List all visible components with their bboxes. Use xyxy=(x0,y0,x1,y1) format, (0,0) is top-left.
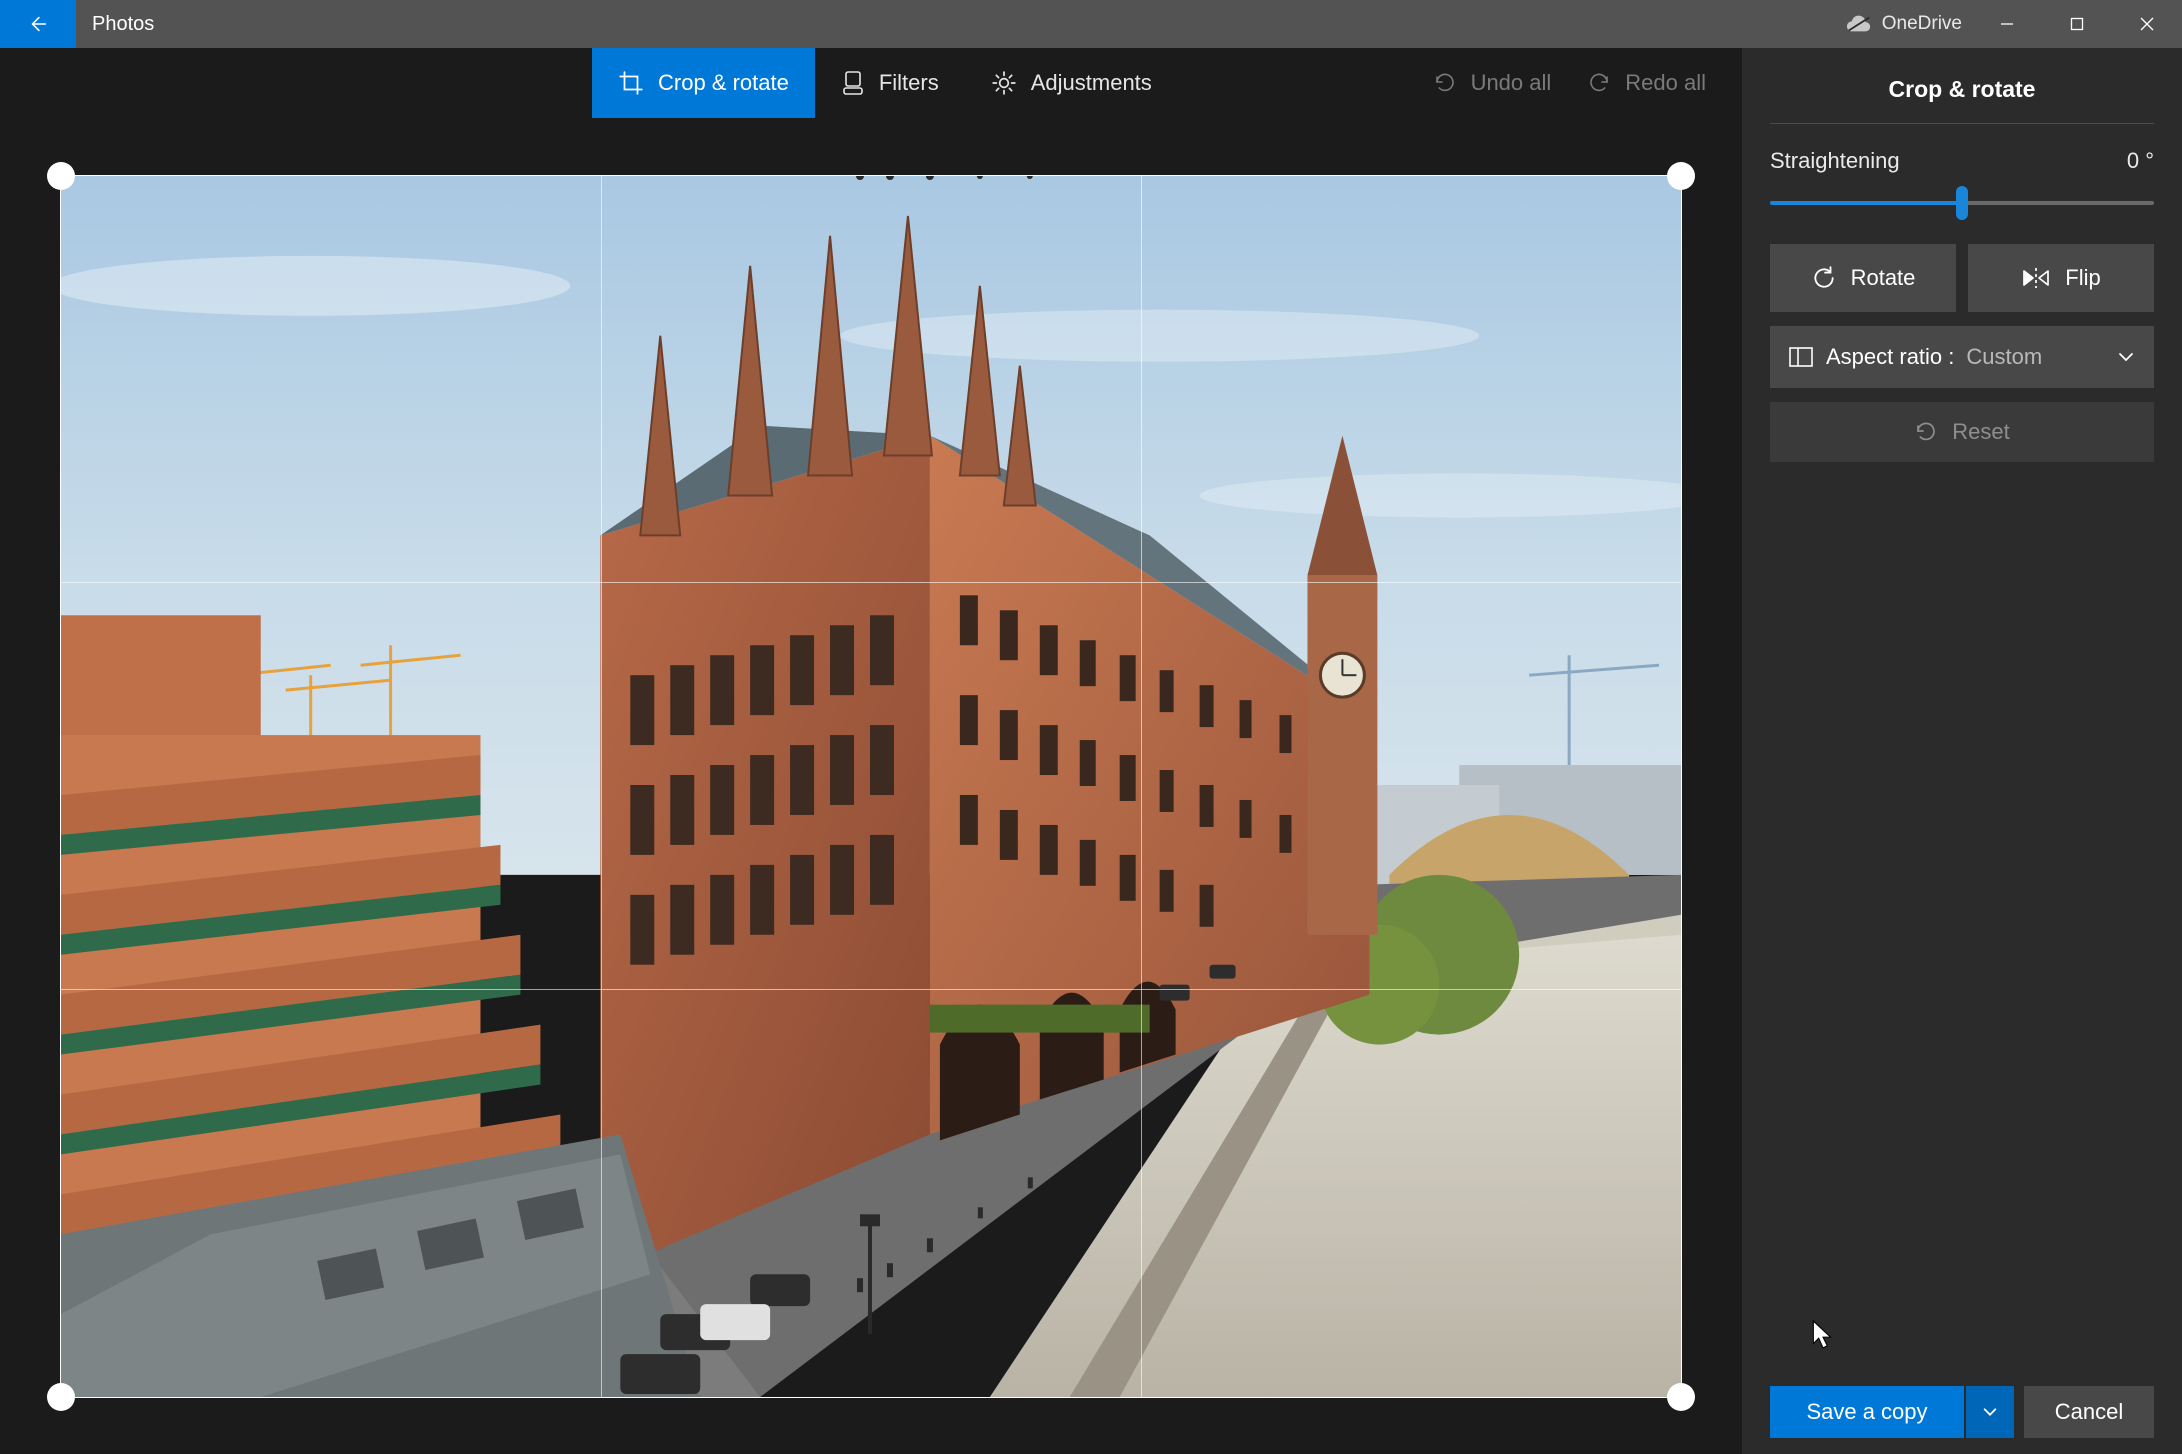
tab-crop-label: Crop & rotate xyxy=(658,70,789,96)
redo-all-button[interactable]: Redo all xyxy=(1587,70,1706,96)
straightening-label: Straightening xyxy=(1770,148,1900,174)
aspect-ratio-icon xyxy=(1788,346,1814,368)
grid-line xyxy=(61,582,1681,583)
aspect-ratio-label: Aspect ratio : xyxy=(1826,344,1954,370)
save-button-group: Save a copy xyxy=(1770,1386,2014,1438)
close-icon xyxy=(2139,16,2155,32)
maximize-icon xyxy=(2069,16,2085,32)
reset-button[interactable]: Reset xyxy=(1770,402,2154,462)
undo-icon xyxy=(1433,71,1457,95)
filters-icon xyxy=(841,70,865,96)
grid-line xyxy=(601,176,602,1397)
rotate-icon xyxy=(1811,265,1837,291)
save-label: Save a copy xyxy=(1806,1399,1927,1425)
slider-thumb[interactable] xyxy=(1956,186,1968,220)
maximize-button[interactable] xyxy=(2042,0,2112,48)
crop-box[interactable] xyxy=(60,175,1682,1398)
side-panel: Crop & rotate Straightening 0 ° Rotate xyxy=(1742,48,2182,1454)
crop-handle-bottom-right[interactable] xyxy=(1667,1383,1695,1411)
cancel-button[interactable]: Cancel xyxy=(2024,1386,2154,1438)
flip-button[interactable]: Flip xyxy=(1968,244,2154,312)
aspect-ratio-value: Custom xyxy=(1966,344,2042,370)
window-controls xyxy=(1972,0,2182,48)
tab-adjustments[interactable]: Adjustments xyxy=(965,48,1178,118)
close-button[interactable] xyxy=(2112,0,2182,48)
titlebar: Photos OneDrive xyxy=(0,0,2182,48)
reset-icon xyxy=(1914,420,1938,444)
cancel-label: Cancel xyxy=(2055,1399,2123,1425)
rotate-button[interactable]: Rotate xyxy=(1770,244,1956,312)
back-button[interactable] xyxy=(0,0,76,48)
app-title: Photos xyxy=(92,0,154,48)
undo-all-button[interactable]: Undo all xyxy=(1433,70,1552,96)
cloud-icon xyxy=(1846,14,1872,34)
crop-handle-top-left[interactable] xyxy=(47,162,75,190)
flip-label: Flip xyxy=(2065,265,2100,291)
toolbar: Crop & rotate Filters xyxy=(0,48,1742,118)
panel-title: Crop & rotate xyxy=(1770,48,2154,123)
undo-redo-group: Undo all Redo all xyxy=(1433,48,1742,118)
grid-line xyxy=(1141,176,1142,1397)
minimize-icon xyxy=(1999,16,2015,32)
straightening-row: Straightening 0 ° xyxy=(1770,124,2154,188)
reset-label: Reset xyxy=(1952,419,2009,445)
minimize-button[interactable] xyxy=(1972,0,2042,48)
adjustments-icon xyxy=(991,70,1017,96)
flip-icon xyxy=(2021,267,2051,289)
redo-icon xyxy=(1587,71,1611,95)
crop-handle-top-right[interactable] xyxy=(1667,162,1695,190)
chevron-down-icon xyxy=(1981,1403,1999,1421)
crop-handle-bottom-left[interactable] xyxy=(47,1383,75,1411)
chevron-down-icon xyxy=(2116,347,2136,367)
crop-icon xyxy=(618,70,644,96)
tab-filters-label: Filters xyxy=(879,70,939,96)
straightening-slider[interactable] xyxy=(1770,188,2154,218)
panel-footer: Save a copy Cancel xyxy=(1770,1370,2154,1454)
tab-filters[interactable]: Filters xyxy=(815,48,965,118)
rotate-label: Rotate xyxy=(1851,265,1916,291)
tab-adjustments-label: Adjustments xyxy=(1031,70,1152,96)
grid-line xyxy=(61,989,1681,990)
tab-crop-rotate[interactable]: Crop & rotate xyxy=(592,48,815,118)
aspect-ratio-button[interactable]: Aspect ratio : Custom xyxy=(1770,326,2154,388)
undo-label: Undo all xyxy=(1471,70,1552,96)
save-dropdown-button[interactable] xyxy=(1966,1386,2014,1438)
arrow-left-icon xyxy=(27,13,49,35)
editor-area: Crop & rotate Filters xyxy=(0,48,1742,1454)
redo-label: Redo all xyxy=(1625,70,1706,96)
straightening-value: 0 ° xyxy=(2127,148,2154,174)
onedrive-label: OneDrive xyxy=(1882,13,1962,35)
photo-image xyxy=(61,176,1681,1397)
save-copy-button[interactable]: Save a copy xyxy=(1770,1386,1964,1438)
onedrive-button[interactable]: OneDrive xyxy=(1836,0,1972,48)
canvas[interactable] xyxy=(0,118,1742,1454)
